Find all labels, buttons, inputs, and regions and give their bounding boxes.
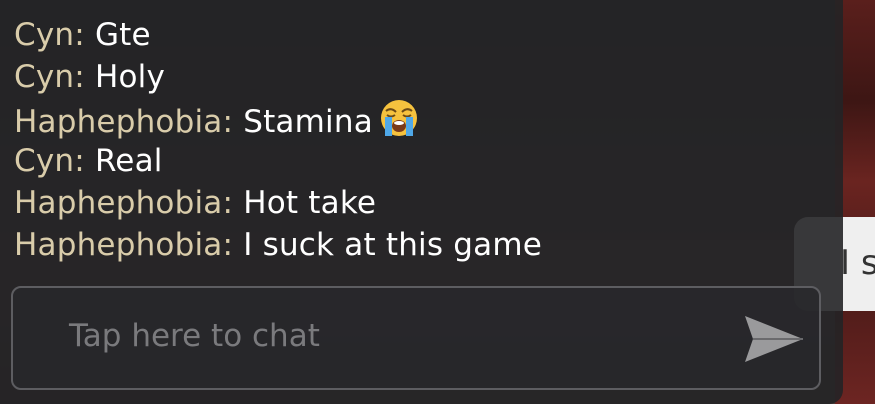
chat-sender-name: Cyn: xyxy=(14,59,85,95)
chat-sender-name: Cyn: xyxy=(14,17,85,53)
chat-input-placeholder: Tap here to chat xyxy=(69,318,320,354)
speech-bubble-text: I s xyxy=(840,243,875,283)
chat-sender-name: Haphephobia: xyxy=(14,227,234,263)
chat-message-text: Hot take xyxy=(243,185,377,221)
chat-message-text: Real xyxy=(94,143,163,179)
chat-message-text: Stamina xyxy=(243,104,373,140)
chat-message: Cyn: Holy xyxy=(14,56,814,98)
chat-input-field[interactable]: Tap here to chat xyxy=(11,286,821,390)
chat-message-text: Holy xyxy=(94,59,165,95)
chat-sender-name: Haphephobia: xyxy=(14,104,234,140)
chat-message-list: Cyn: Gte Cyn: Holy Haphephobia: Stamina … xyxy=(14,14,814,266)
chat-panel: Cyn: Gte Cyn: Holy Haphephobia: Stamina … xyxy=(0,0,843,404)
chat-message-text: I suck at this game xyxy=(243,227,543,263)
chat-message: Cyn: Real xyxy=(14,140,814,182)
chat-message: Haphephobia: Stamina xyxy=(14,98,814,140)
loudly-crying-face-icon xyxy=(380,100,417,136)
chat-message: Cyn: Gte xyxy=(14,14,814,56)
chat-message-text: Gte xyxy=(94,17,151,53)
send-arrow-icon[interactable] xyxy=(743,312,805,366)
chat-sender-name: Cyn: xyxy=(14,143,85,179)
chat-sender-name: Haphephobia: xyxy=(14,185,234,221)
chat-message: Haphephobia: I suck at this game xyxy=(14,224,814,266)
chat-message: Haphephobia: Hot take xyxy=(14,182,814,224)
